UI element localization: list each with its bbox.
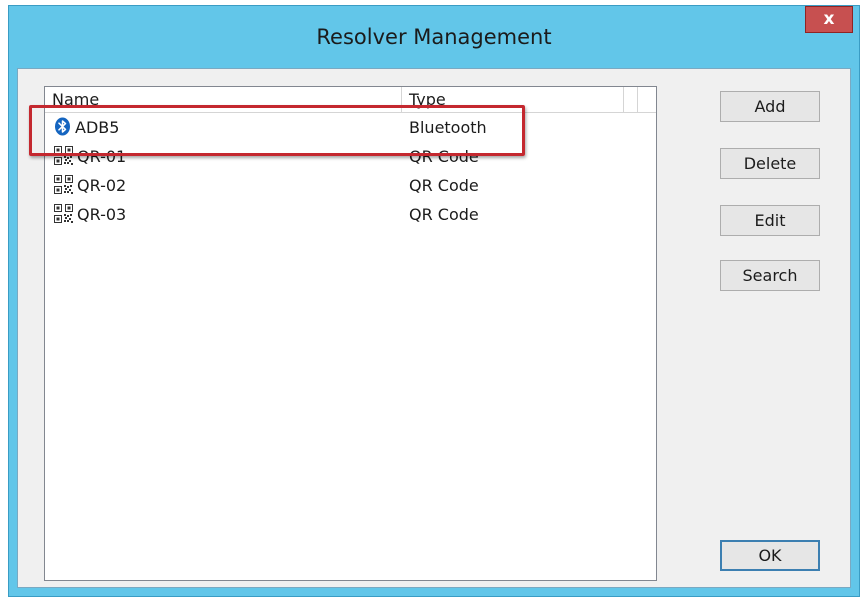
list-row-qr-03[interactable]: QR-03 QR Code	[45, 200, 656, 229]
qr-code-icon	[54, 175, 73, 194]
row-name-text: QR-02	[77, 176, 127, 195]
add-button[interactable]: Add	[720, 91, 820, 122]
column-header-filler	[624, 87, 638, 112]
list-row-qr-02[interactable]: QR-02 QR Code	[45, 171, 656, 200]
resolver-list[interactable]: Name Type ADB5 Bluetooth QR-01 QR Code Q…	[44, 86, 657, 581]
search-button[interactable]: Search	[720, 260, 820, 291]
title-bar[interactable]: Resolver Management x	[9, 6, 859, 68]
row-name-cell: QR-02	[54, 171, 394, 200]
close-icon: x	[823, 9, 835, 29]
close-button[interactable]: x	[805, 6, 853, 33]
edit-button[interactable]: Edit	[720, 205, 820, 236]
row-name-cell: QR-03	[54, 200, 394, 229]
window-title: Resolver Management	[316, 25, 552, 49]
ok-button[interactable]: OK	[720, 540, 820, 571]
row-type-cell: QR Code	[409, 205, 479, 224]
selection-highlight-box	[29, 105, 525, 156]
delete-button[interactable]: Delete	[720, 148, 820, 179]
resolver-management-window: Resolver Management x Name Type ADB5 Blu…	[8, 5, 860, 597]
row-type-cell: QR Code	[409, 176, 479, 195]
row-name-text: QR-03	[77, 205, 127, 224]
qr-code-icon	[54, 204, 73, 223]
